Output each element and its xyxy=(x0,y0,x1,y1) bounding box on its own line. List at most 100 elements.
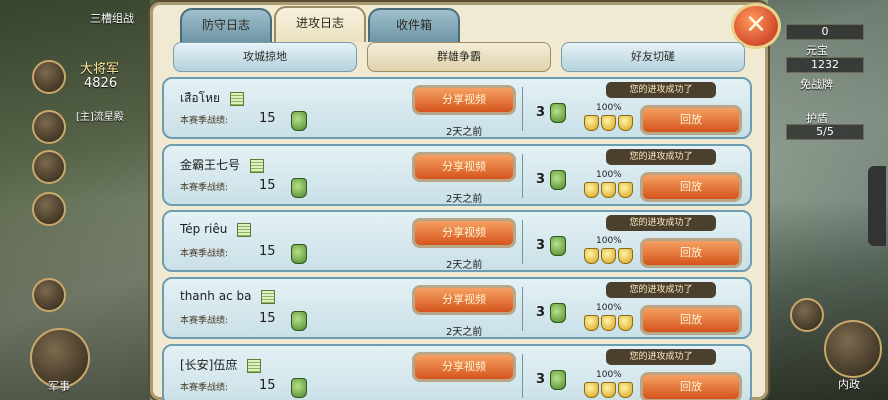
hud-shield-label: 免战牌 xyxy=(800,78,833,91)
season-label: 本赛季战绩: xyxy=(180,249,229,259)
share-video-button[interactable]: 分享视频 xyxy=(412,285,516,315)
subtab-friend-spar[interactable]: 好友切磋 xyxy=(561,42,745,72)
row-divider xyxy=(522,220,523,264)
medal-bag-icon xyxy=(291,311,307,331)
hud-general-label: 大将军 xyxy=(80,62,120,77)
result-banner: 您的进攻成功了 xyxy=(606,349,716,365)
hud-domestic-button[interactable] xyxy=(824,320,882,378)
destruction-percent: 100% xyxy=(596,303,622,313)
troop-count: 3 xyxy=(536,238,546,253)
opponent-name: [长安]伍庶 xyxy=(180,356,262,373)
side-expand-handle[interactable] xyxy=(868,166,886,246)
note-icon[interactable] xyxy=(261,289,276,304)
attack-log-list: เสือโหย 本赛季战绩: 15 分享视频 2天之前 3 100% 您的进攻成… xyxy=(162,77,752,400)
troop-count: 3 xyxy=(536,172,546,187)
destruction-percent: 100% xyxy=(596,236,622,246)
sub-tabs: 攻城掠地 群雄争霸 好友切磋 xyxy=(173,42,745,72)
hud-gold-bar: 1232 xyxy=(786,57,864,73)
season-label: 本赛季战绩: xyxy=(180,316,229,326)
medal-bag-icon xyxy=(291,378,307,398)
replay-button[interactable]: 回放 xyxy=(640,305,742,335)
replay-button[interactable]: 回放 xyxy=(640,172,742,202)
hud-event-button[interactable] xyxy=(32,110,66,144)
hud-city-label: [主]流星殿 xyxy=(76,112,124,123)
hud-title: 三槽组战 xyxy=(90,12,134,25)
row-divider xyxy=(522,287,523,331)
hud-castle-button[interactable] xyxy=(32,192,66,226)
opponent-name: เสือโหย xyxy=(180,89,244,108)
subtab-siege[interactable]: 攻城掠地 xyxy=(173,42,357,72)
hud-guard-bar: 5/5 xyxy=(786,124,864,140)
star-icon xyxy=(601,182,616,198)
log-row: เสือโหย 本赛季战绩: 15 分享视频 2天之前 3 100% 您的进攻成… xyxy=(162,77,752,139)
season-value: 15 xyxy=(259,378,276,393)
hud-activity-button[interactable] xyxy=(32,278,66,312)
star-rating xyxy=(584,248,633,264)
medal-bag-icon xyxy=(550,170,566,190)
hud-train-button[interactable] xyxy=(32,150,66,184)
medal-bag-icon xyxy=(291,178,307,198)
replay-button[interactable]: 回放 xyxy=(640,105,742,135)
star-icon xyxy=(618,382,633,398)
season-label: 本赛季战绩: xyxy=(180,116,229,126)
result-banner: 您的进攻成功了 xyxy=(606,149,716,165)
star-icon xyxy=(584,115,599,131)
season-value: 15 xyxy=(259,111,276,126)
hud-domestic-label: 内政 xyxy=(838,378,860,391)
hud-military-label: 军事 xyxy=(48,380,70,393)
tab-attack-log[interactable]: 进攻日志 xyxy=(274,6,366,42)
star-icon xyxy=(618,315,633,331)
share-video-button[interactable]: 分享视频 xyxy=(412,152,516,182)
note-icon[interactable] xyxy=(237,222,252,237)
opponent-name: Tép riêu xyxy=(180,222,252,237)
star-icon xyxy=(618,248,633,264)
star-icon xyxy=(601,248,616,264)
note-icon[interactable] xyxy=(229,91,244,106)
log-row: thanh ac ba 本赛季战绩: 15 分享视频 2天之前 3 100% 您… xyxy=(162,277,752,339)
opponent-name-text: thanh ac ba xyxy=(180,289,252,303)
star-icon xyxy=(601,382,616,398)
main-tabs: 防守日志 进攻日志 收件箱 xyxy=(180,6,460,42)
hud-view-button[interactable] xyxy=(32,60,66,94)
opponent-name: thanh ac ba xyxy=(180,289,276,304)
share-video-button[interactable]: 分享视频 xyxy=(412,352,516,382)
medal-bag-icon xyxy=(550,236,566,256)
star-rating xyxy=(584,182,633,198)
hud-gold-label: 元宝 xyxy=(806,44,828,57)
result-banner: 您的进攻成功了 xyxy=(606,215,716,231)
hud-resource-bar: 0 xyxy=(786,24,864,40)
tab-defense-log[interactable]: 防守日志 xyxy=(180,8,272,42)
subtab-heroes-contest[interactable]: 群雄争霸 xyxy=(367,42,551,72)
star-icon xyxy=(584,382,599,398)
time-ago: 2天之前 xyxy=(446,260,483,271)
opponent-name-text: 金霸王七号 xyxy=(180,158,241,172)
opponent-name-text: [长安]伍庶 xyxy=(180,358,238,372)
opponent-name: 金霸王七号 xyxy=(180,156,264,173)
opponent-name-text: เสือโหย xyxy=(180,91,221,105)
share-video-button[interactable]: 分享视频 xyxy=(412,85,516,115)
destruction-percent: 100% xyxy=(596,103,622,113)
log-row: [长安]伍庶 本赛季战绩: 15 分享视频 3 100% 您的进攻成功了 回放 xyxy=(162,344,752,400)
star-icon xyxy=(618,182,633,198)
replay-button[interactable]: 回放 xyxy=(640,238,742,268)
hud-challenge-button[interactable] xyxy=(790,298,824,332)
destruction-percent: 100% xyxy=(596,370,622,380)
time-ago: 2天之前 xyxy=(446,194,483,205)
medal-bag-icon xyxy=(550,303,566,323)
season-value: 15 xyxy=(259,311,276,326)
star-rating xyxy=(584,315,633,331)
replay-button[interactable]: 回放 xyxy=(640,372,742,400)
season-value: 15 xyxy=(259,244,276,259)
season-label: 本赛季战绩: xyxy=(180,383,229,393)
troop-count: 3 xyxy=(536,372,546,387)
tab-inbox[interactable]: 收件箱 xyxy=(368,8,460,42)
star-icon xyxy=(618,115,633,131)
note-icon[interactable] xyxy=(247,358,262,373)
star-rating xyxy=(584,115,633,131)
troop-count: 3 xyxy=(536,105,546,120)
share-video-button[interactable]: 分享视频 xyxy=(412,218,516,248)
note-icon[interactable] xyxy=(249,158,264,173)
log-row: Tép riêu 本赛季战绩: 15 分享视频 2天之前 3 100% 您的进攻… xyxy=(162,210,752,272)
season-label: 本赛季战绩: xyxy=(180,183,229,193)
time-ago: 2天之前 xyxy=(446,327,483,338)
